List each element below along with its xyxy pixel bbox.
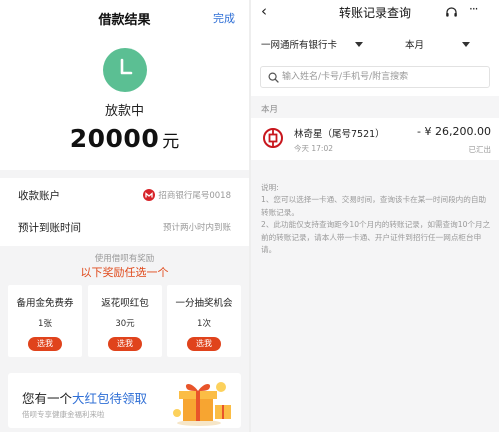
gift-box-icon xyxy=(173,382,231,426)
account-row: 收款账户 招商银行尾号0018 xyxy=(18,180,231,210)
choose-button[interactable]: 选我 xyxy=(28,337,62,351)
search-section xyxy=(251,58,499,96)
account-text: 招商银行尾号0018 xyxy=(158,191,231,201)
right-header: ‹ 转账记录查询 ··· xyxy=(251,0,499,28)
loan-amount: 20000 元 xyxy=(0,124,249,153)
done-button[interactable]: 完成 xyxy=(213,10,235,26)
note-item: 1、您可以选择一卡通、交易时间，查询该卡在某一时间段内的自助转账记录。 xyxy=(261,195,487,217)
transaction-status: 已汇出 xyxy=(468,145,492,154)
transaction-name: 林奇星（尾号7521） xyxy=(294,129,385,140)
banner-title-highlight: 大红包待领取 xyxy=(72,391,148,406)
amount-unit: 元 xyxy=(162,132,180,152)
coupon-card[interactable]: 一分抽奖机会 1次 选我 xyxy=(167,285,241,357)
caret-down-icon xyxy=(355,41,364,47)
red-packet-banner[interactable]: 您有一个大红包待领取 借呗专享健康金福利来啦 xyxy=(8,373,241,428)
coupon-card[interactable]: 备用金免费券 1张 选我 xyxy=(8,285,82,357)
transaction-amount: - ¥ 26,200.00 xyxy=(417,125,491,138)
search-box[interactable] xyxy=(260,66,490,88)
clock-icon xyxy=(103,48,147,92)
loan-result-screen: 借款结果 完成 放款中 20000 元 收款账户 招商银行尾号0018 预计到账时… xyxy=(0,0,249,432)
transfer-records-screen: ‹ 转账记录查询 ··· 一网通所有银行卡 本月 本月 xyxy=(251,0,499,432)
choose-button[interactable]: 选我 xyxy=(187,337,221,351)
coupon-card[interactable]: 返花呗红包 30元 选我 xyxy=(88,285,162,357)
coupon-name: 返花呗红包 xyxy=(101,298,149,309)
left-header: 借款结果 完成 xyxy=(0,0,249,34)
transaction-time: 今天 17:02 xyxy=(294,144,333,153)
caret-down-icon xyxy=(462,41,471,47)
coupon-name: 备用金免费券 xyxy=(16,298,74,309)
account-info-card: 收款账户 招商银行尾号0018 预计到账时间 预计两小时内到账 xyxy=(8,178,241,244)
note-title: 说明: xyxy=(261,183,279,192)
loan-status: 放款中 xyxy=(104,104,144,119)
page-title: 转账记录查询 xyxy=(338,6,411,20)
page-title: 借款结果 xyxy=(98,13,151,28)
search-input[interactable] xyxy=(282,68,482,86)
transaction-row[interactable]: 林奇星（尾号7521） 今天 17:02 - ¥ 26,200.00 已汇出 xyxy=(251,118,499,160)
coupon-name: 一分抽奖机会 xyxy=(175,298,233,309)
coupon-qty: 1张 xyxy=(38,319,52,329)
account-value: 招商银行尾号0018 xyxy=(143,189,231,201)
eta-label: 预计到账时间 xyxy=(18,221,81,234)
choose-button[interactable]: 选我 xyxy=(108,337,142,351)
filter-bar: 一网通所有银行卡 本月 xyxy=(251,28,499,58)
coupon-qty: 1次 xyxy=(197,319,211,329)
period-filter[interactable]: 本月 xyxy=(405,37,471,51)
icbc-bank-icon xyxy=(263,128,283,148)
notes-section: 说明: 1、您可以选择一卡通、交易时间，查询该卡在某一时间段内的自助转账记录。 … xyxy=(261,182,493,256)
search-icon xyxy=(268,72,279,83)
eta-row: 预计到账时间 预计两小时内到账 xyxy=(18,212,231,242)
note-item: 2、此功能仅支持查询距今10个月内的转账记录，如需查询10个月之前的转账记录，请… xyxy=(261,220,491,255)
coupon-qty: 30元 xyxy=(115,319,135,329)
section-gap xyxy=(0,170,249,178)
more-icon[interactable]: ··· xyxy=(469,2,479,16)
cmb-bank-icon xyxy=(143,189,156,201)
headset-icon[interactable] xyxy=(445,6,458,19)
banner-title-text: 您有一个 xyxy=(22,391,73,406)
bank-card-filter[interactable]: 一网通所有银行卡 xyxy=(261,37,364,51)
account-label: 收款账户 xyxy=(18,189,60,202)
period-filter-label: 本月 xyxy=(405,40,425,51)
promo-title: 以下奖励任选一个 xyxy=(80,266,169,279)
banner-subtitle: 借呗专享健康金福利来啦 xyxy=(22,410,105,419)
month-header: 本月 xyxy=(261,105,279,115)
amount-value: 20000 xyxy=(69,124,160,153)
promo-subtitle: 使用借呗有奖励 xyxy=(94,254,155,264)
banner-title: 您有一个大红包待领取 xyxy=(22,388,147,407)
bank-card-filter-label: 一网通所有银行卡 xyxy=(261,40,338,51)
eta-value: 预计两小时内到账 xyxy=(162,223,231,233)
